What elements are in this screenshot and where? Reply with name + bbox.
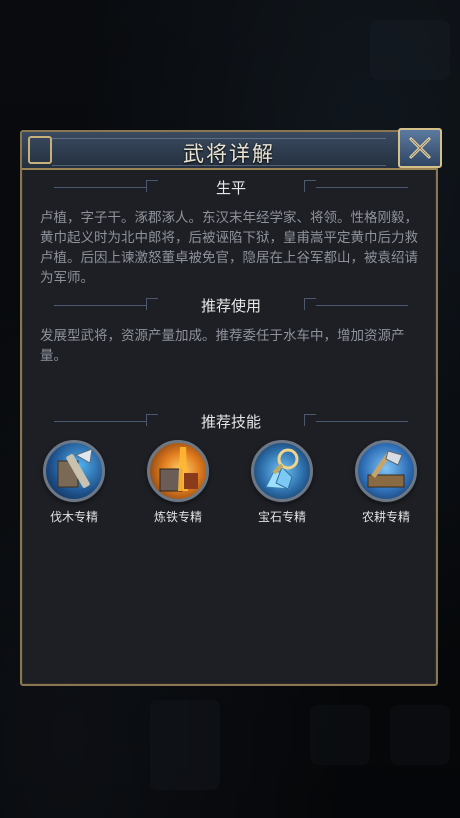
molten-iron-icon (147, 440, 209, 502)
fret-ornament-icon (304, 298, 316, 310)
skill-label: 炼铁专精 (153, 510, 202, 524)
skill-lumber-mastery[interactable]: 伐木专精 (34, 440, 114, 525)
skill-label: 伐木专精 (49, 510, 98, 524)
dialog-title: 武将详解 (183, 142, 275, 166)
dialog-header: 武将详解 (22, 128, 442, 170)
section-header-recommended-use: 推荐使用 (54, 296, 408, 316)
close-button[interactable] (398, 128, 442, 168)
magnifier-gem-icon (251, 440, 313, 502)
general-detail-dialog: 武将详解 生平 卢植，字子干。涿郡涿人。东汉末年经学家、将领。性格刚毅，黄巾起义… (20, 128, 442, 686)
recommended-use-text: 发展型武将，资源产量加成。推荐委任于水车中，增加资源产量。 (40, 328, 405, 364)
fret-ornament-icon (304, 180, 316, 192)
section-header-recommended-skills: 推荐技能 (54, 412, 408, 432)
close-x-icon (409, 137, 431, 159)
axe-lumber-icon (43, 440, 105, 502)
fret-ornament-icon (304, 414, 316, 426)
biography-text: 卢植，字子干。涿郡涿人。东汉末年经学家、将领。性格刚毅，黄巾起义时为北中郎将，后… (40, 210, 418, 286)
skill-label: 农耕专精 (361, 510, 410, 524)
skill-ironsmelting-mastery[interactable]: 炼铁专精 (138, 440, 218, 525)
skill-farming-mastery[interactable]: 农耕专精 (346, 440, 426, 525)
skill-gem-mastery[interactable]: 宝石专精 (242, 440, 322, 525)
section-header-biography: 生平 (54, 178, 408, 198)
skill-label: 宝石专精 (257, 510, 306, 524)
hoe-farming-icon (355, 440, 417, 502)
